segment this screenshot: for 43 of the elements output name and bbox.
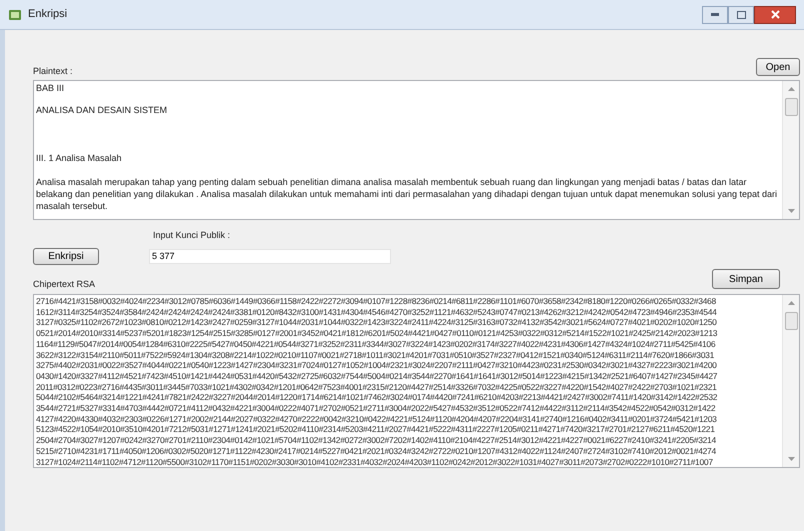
ciphertext-label: Chipertext RSA: [33, 278, 96, 291]
ciphertext-line: 5044#2102#5464#3214#1221#4241#7821#2422#3227#2044#2014#1220#1714#6214#1021#7462#3024#0174#4420#7241#6210#4203#2213#4421#2427#3002#7411#1420#3142#1422#2532: [36, 392, 718, 404]
public-key-field[interactable]: 5 377: [149, 248, 391, 264]
ciphertext-line: 2504#2704#3027#1207#0242#3270#2701#2110#2304#0142#1021#5704#1102#1342#0272#3002#7202#1402#4110#2104#4227#2514#3012#4221#4227#0021#6227#2410#3241#2205#3214: [36, 435, 717, 446]
scroll-down-icon[interactable]: [786, 208, 796, 214]
window-title: Enkripsi: [28, 7, 68, 22]
close-button[interactable]: [754, 6, 796, 24]
encrypt-button[interactable]: Enkripsi: [33, 248, 99, 264]
plaintext-line: III. 1 Analisa Masalah: [36, 152, 123, 164]
ciphertext-line: 2011#0312#0223#2716#4435#3011#3445#7033#1021#4302#0342#1201#0642#7523#4001#2315#2120#4427#2514#3326#7032#4225#0522#3227#4220#1542#4027#2422#2703#1021#2321: [36, 382, 718, 392]
app-icon: [8, 8, 22, 22]
ciphertext-line: 3127#1024#2114#1102#4712#1120#5500#3102#1170#1151#0202#3030#3010#4102#2331#4032#2024#4203#1102#0242#2012#3022#1031#4027#3011#2073#2702#0222#1010#2711#1007: [36, 456, 714, 467]
minimize-icon: [711, 13, 719, 16]
ciphertext-line: 5215#2710#4231#1711#4050#1206#0302#5020#1271#1122#4230#2417#0214#5227#0421#2021#0324#3242#2722#0210#1207#4312#4022#1124#2407#2724#3102#7410#2012#0021#4274: [36, 446, 717, 457]
maximize-button[interactable]: [728, 6, 754, 24]
ciphertext-line: 3127#0325#1102#2672#1023#0810#0212#1423#2427#0259#3127#1044#2031#1044#0322#1423#3224#2411#4224#3125#3163#0732#4132#3542#3021#5624#0727#4021#0202#1020#1250: [36, 317, 718, 328]
scrollbar-thumb[interactable]: [784, 98, 798, 116]
minimize-button[interactable]: [702, 6, 728, 24]
scroll-up-icon[interactable]: [786, 300, 796, 306]
ciphertext-line: 1612#3114#3254#3524#3584#2424#2424#2424#2424#3381#0120#8432#3100#1431#4304#4546#4270#3252#1121#4632#5243#0747#0213#4262#3212#4242#0542#4723#4946#2353#4544: [36, 306, 718, 318]
ciphertext-line: 3544#2721#5327#3314#4703#4442#0721#4112#0432#4221#3004#0222#4071#2702#0521#2711#3004#2022#5427#4532#3512#0522#7412#4422#3112#2114#3542#4522#0542#0312#1422: [36, 403, 716, 414]
public-key-label: Input Kunci Publik :: [153, 228, 230, 242]
open-button[interactable]: Open: [756, 58, 800, 76]
save-button[interactable]: Simpan: [712, 269, 780, 289]
ciphertext-line: 0521#2014#2010#3314#5237#5201#1823#1254#2515#3285#0127#2001#3452#0421#1812#6201#5024#4421#0427#0110#0121#4253#0322#0312#5214#1522#1021#2425#2142#2023#1213: [36, 328, 718, 339]
plaintext-label: Plaintext :: [33, 64, 73, 78]
ciphertext-line: 3275#4402#2031#0022#3527#4044#0221#0540#1223#1427#2304#3231#7024#0127#1052#1004#2321#3024#2207#2111#0427#3210#4423#0231#2530#0342#3021#4327#2223#3021#4200: [36, 360, 718, 371]
plaintext-area[interactable]: [33, 80, 800, 220]
scrollbar-thumb[interactable]: [784, 312, 798, 330]
ciphertext-line: 4127#4220#4330#4032#2303#0226#1271#2002#2144#2027#0322#4270#2222#0042#3210#0422#4221#5124#1120#4204#4207#2204#3141#2740#1216#0402#3411#0201#3724#5421#1203: [36, 414, 718, 424]
ciphertext-line: 0430#1420#3327#4112#4521#7423#4510#1421#4424#0531#4420#5432#2725#6032#7544#5004#0214#3544#2270#1641#1641#3012#5014#1223#4215#1342#2521#6407#1427#2345#4427: [36, 370, 718, 382]
maximize-icon: [736, 10, 746, 18]
ciphertext-area[interactable]: [33, 294, 800, 468]
scroll-up-icon[interactable]: [786, 86, 796, 92]
ciphertext-line: 3622#3122#3154#2110#5011#7522#5924#1304#3208#2214#1022#0210#1107#0021#2718#1011#3021#4201#7031#0510#3527#2327#0412#1521#0340#5124#6311#2114#7620#1866#3031: [36, 350, 716, 360]
ciphertext-line: 5123#4522#1054#2010#3510#4201#7212#5031#1271#1241#2021#5202#4110#2314#5203#4211#2027#4421#5222#4311#2227#1205#0211#4271#7420#3217#2701#2127#6211#4520#1221: [36, 424, 716, 436]
ciphertext-line: 2716#4421#3158#0032#4024#2234#3012#0785#6036#1449#0366#1158#2422#2272#3094#0107#1228#8236#0214#6811#2286#1101#6070#3658#2342#8180#1220#0266#0265#0332#3468: [36, 296, 717, 307]
ciphertext-line: 1164#1129#5047#2014#0054#1284#6310#2225#5427#0450#4221#0544#3271#3252#2311#3344#3027#3224#1423#0202#3174#3227#4022#4231#4306#1427#4324#1024#2711#5425#4106: [36, 338, 716, 350]
plaintext-line: BAB III: [36, 82, 66, 94]
close-icon: [770, 10, 780, 19]
plaintext-line: ANALISA DAN DESAIN SISTEM: [36, 104, 168, 116]
plaintext-line: Analisa masalah merupakan tahap yang penting dalam sebuah penelitian dimana analisa masalah membentuk sebuah ruang dan lingkungan yang menjadi batas / batas dan latar belakang dan penelitian yang dilakukan . Analisa masalah dilakukan untuk memahami inti dari permasalahan yang dihadapi dengan tujuan untuk dapat menemukan solusi yang tepat dari masalah tersebut.: [36, 176, 778, 212]
scroll-down-icon[interactable]: [786, 456, 796, 462]
